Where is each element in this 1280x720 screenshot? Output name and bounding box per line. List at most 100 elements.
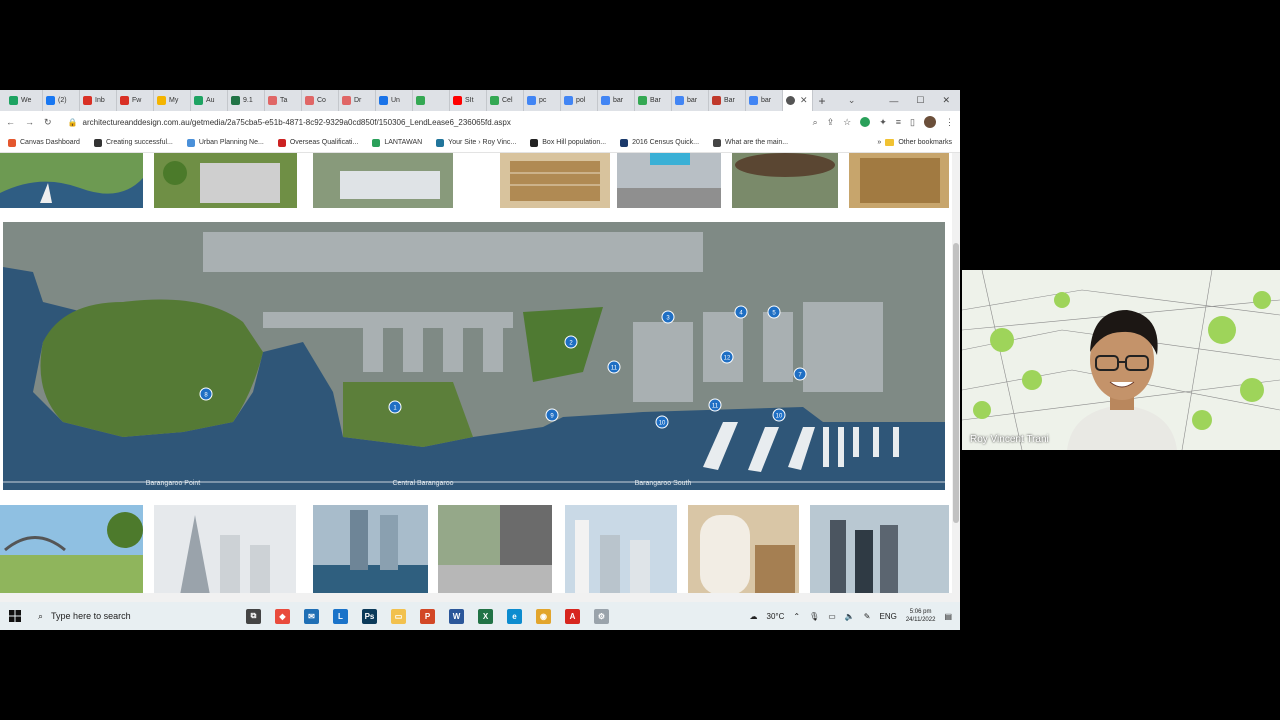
minimize-button[interactable]: —	[889, 96, 898, 106]
menu-icon[interactable]: ⋮	[945, 117, 954, 128]
map-marker[interactable]: 7	[793, 367, 807, 381]
browser-tab[interactable]: We	[6, 90, 43, 111]
close-window-button[interactable]: ✕	[942, 95, 950, 106]
weather-temp[interactable]: 30°C	[767, 612, 785, 621]
bookmark-item[interactable]: Urban Planning Ne...	[186, 138, 264, 147]
chevron-right-icon[interactable]: »	[877, 139, 881, 146]
thumbnail-bridge-walk[interactable]	[0, 505, 143, 595]
map-marker[interactable]: 11	[708, 398, 722, 412]
browser-tab[interactable]: SIt	[450, 90, 487, 111]
share-icon[interactable]: ⇪	[827, 117, 835, 128]
bookmark-item[interactable]: Canvas Dashboard	[8, 138, 80, 147]
map-marker[interactable]: 5	[767, 305, 781, 319]
start-button[interactable]	[0, 610, 30, 622]
map-marker[interactable]: 1	[388, 400, 402, 414]
browser-tab[interactable]: Ta	[265, 90, 302, 111]
browser-tab[interactable]: Au	[191, 90, 228, 111]
maximize-button[interactable]: ☐	[916, 95, 924, 106]
thumbnail-harbour[interactable]	[0, 153, 143, 208]
thumbnail-promenade[interactable]	[438, 505, 552, 595]
puzzle-icon[interactable]: ✦	[879, 117, 887, 128]
browser-tab[interactable]: Dr	[339, 90, 376, 111]
mail-icon[interactable]: ✉	[304, 608, 319, 624]
map-marker[interactable]: 12	[720, 350, 734, 364]
map-marker[interactable]: 4	[734, 305, 748, 319]
thumbnail-facade[interactable]	[849, 153, 949, 208]
thumbnail-park[interactable]	[154, 153, 297, 208]
browser-tab[interactable]: Bar	[635, 90, 672, 111]
browser-tab[interactable]: bar	[746, 90, 783, 111]
thumbnail-aerial-building[interactable]	[313, 153, 453, 208]
side-panel-icon[interactable]: ▯	[910, 117, 915, 128]
other-bookmarks[interactable]: » Other bookmarks	[877, 139, 952, 146]
browser-tab[interactable]: Un	[376, 90, 413, 111]
thumbnail-waterfront-towers[interactable]	[313, 505, 428, 595]
active-browser-tab[interactable]: ✕	[783, 90, 813, 111]
thumbnail-towers-white[interactable]	[154, 505, 296, 595]
thumbnail-dark-towers[interactable]	[810, 505, 949, 595]
map-marker[interactable]: 9	[545, 408, 559, 422]
profile-avatar[interactable]	[924, 116, 936, 128]
forward-button[interactable]: →	[25, 117, 34, 127]
bookmark-item[interactable]: Overseas Qualificati...	[277, 138, 358, 147]
bookmark-item[interactable]: Creating successful...	[93, 138, 173, 147]
bookmark-item[interactable]: What are the main...	[713, 138, 788, 147]
barangaroo-precinct-map[interactable]: Barangaroo Point Central Barangaroo Bara…	[3, 222, 945, 490]
weather-icon[interactable]: ☁	[750, 612, 758, 621]
bookmark-item[interactable]: Box Hill population...	[530, 138, 606, 147]
network-icon[interactable]: ▭	[828, 612, 836, 621]
browser-tab[interactable]: pc	[524, 90, 561, 111]
notifications-icon[interactable]: ▤	[944, 612, 952, 621]
map-marker[interactable]: 11	[607, 360, 621, 374]
thumbnail-street[interactable]	[617, 153, 721, 208]
browser-tab[interactable]: My	[154, 90, 191, 111]
browser-tab[interactable]: Co	[302, 90, 339, 111]
browser-tab[interactable]: pol	[561, 90, 598, 111]
task-view-icon[interactable]: ⧉	[246, 608, 261, 624]
browser-tab[interactable]: bar	[598, 90, 635, 111]
map-marker[interactable]: 2	[564, 335, 578, 349]
photoshop-icon[interactable]: Ps	[362, 608, 377, 624]
browser-tab[interactable]: Inb	[80, 90, 117, 111]
excel-icon[interactable]: X	[478, 608, 493, 624]
taskbar-search[interactable]: ⌕ Type here to search	[30, 602, 220, 630]
thumbnail-curved-residential[interactable]	[688, 505, 799, 595]
browser-tab[interactable]: (2)	[43, 90, 80, 111]
browser-tab[interactable]: Cel	[487, 90, 524, 111]
map-marker[interactable]: 8	[199, 387, 213, 401]
new-tab-button[interactable]: +	[813, 94, 831, 108]
browser-tab[interactable]	[413, 90, 450, 111]
acrobat-icon[interactable]: A	[565, 608, 580, 624]
horizontal-scrollbar[interactable]	[0, 593, 960, 602]
bookmark-item[interactable]: Your Site › Roy Vinc...	[436, 138, 516, 147]
thumbnail-canopy[interactable]	[732, 153, 838, 208]
extension-icon[interactable]	[860, 117, 871, 127]
zoom-icon[interactable]: ⌕	[813, 117, 818, 128]
edge-icon[interactable]: e	[507, 608, 522, 624]
scrollbar-thumb[interactable]	[953, 243, 959, 523]
vertical-scrollbar[interactable]	[952, 153, 960, 601]
browser-tab[interactable]: bar	[672, 90, 709, 111]
map-marker[interactable]: 10	[655, 415, 669, 429]
bookmark-star-icon[interactable]: ☆	[843, 117, 851, 128]
security-app-icon[interactable]: ◆	[275, 608, 290, 624]
browser-tab[interactable]: Fw	[117, 90, 154, 111]
close-tab-icon[interactable]: ✕	[800, 95, 808, 106]
browser-tab[interactable]: Bar	[709, 90, 746, 111]
bookmark-item[interactable]: 2016 Census Quick...	[620, 138, 699, 147]
reading-list-icon[interactable]: ≡	[896, 117, 901, 127]
mic-icon[interactable]: 🎙	[809, 612, 819, 621]
tab-search-chevron-icon[interactable]: ⌄	[848, 95, 856, 106]
reload-button[interactable]: ↻	[44, 117, 52, 128]
word-icon[interactable]: W	[449, 608, 464, 624]
pen-icon[interactable]: ✎	[864, 612, 871, 621]
volume-icon[interactable]: 🔈	[845, 612, 855, 621]
bookmark-item[interactable]: LANTAWAN	[372, 138, 422, 147]
chrome-icon[interactable]: ◉	[536, 608, 551, 624]
address-bar[interactable]: 🔒 architectureanddesign.com.au/getmedia/…	[62, 114, 803, 130]
clock[interactable]: 5:06 pm 24/11/2022	[906, 608, 936, 624]
tray-chevron-icon[interactable]: ⌃	[793, 612, 800, 621]
powerpoint-icon[interactable]: P	[420, 608, 435, 624]
map-marker[interactable]: 10	[772, 408, 786, 422]
settings-gear-icon[interactable]: ⚙	[594, 608, 609, 624]
